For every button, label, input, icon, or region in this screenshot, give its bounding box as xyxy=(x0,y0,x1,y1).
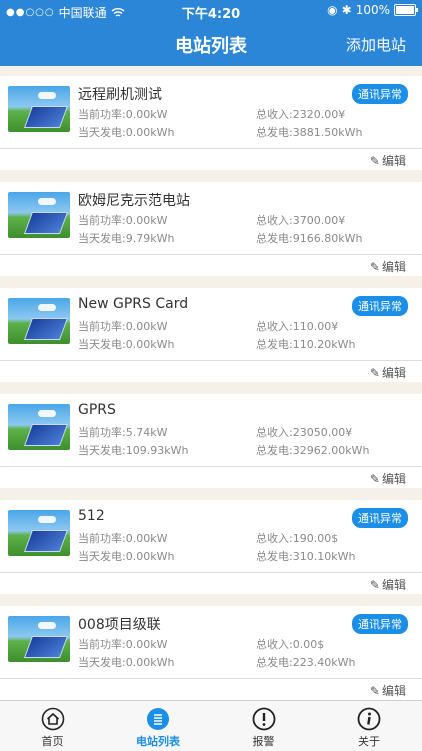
today-generation: 当天发电:0.00kWh xyxy=(78,338,175,351)
lock-rotation-icon: ◉ xyxy=(327,3,338,17)
edit-button[interactable]: ✎ 编辑 xyxy=(370,682,406,699)
edit-button[interactable]: ✎ 编辑 xyxy=(370,576,406,593)
total-income: 总收入:0.00$ xyxy=(256,638,325,651)
divider xyxy=(0,148,422,149)
station-card[interactable]: New GPRS Card 通讯异常当前功率:0.00kW 总收入:110.00¥ 当… xyxy=(0,288,422,382)
station-card[interactable]: 远程刷机测试 通讯异常当前功率:0.00kW 总收入:2320.00¥ 当天发电:0.… xyxy=(0,76,422,170)
station-thumbnail xyxy=(8,192,70,238)
current-power: 当前功率:0.00kW xyxy=(78,532,168,545)
tab-label: 电站列表 xyxy=(136,735,180,748)
divider xyxy=(0,678,422,679)
status-badge: 通讯异常 xyxy=(352,508,408,528)
total-generation: 总发电:223.40kWh xyxy=(256,656,356,669)
status-badge: 通讯异常 xyxy=(352,84,408,104)
battery-fill xyxy=(396,6,414,14)
edit-label: 编辑 xyxy=(381,578,406,592)
station-card[interactable]: 512 通讯异常当前功率:0.00kW 总收入:190.00$ 当天发电:0.00kW… xyxy=(0,500,422,594)
tab-alarm[interactable]: 报警 xyxy=(211,701,316,751)
station-thumbnail xyxy=(8,616,70,662)
total-generation: 总发电:9166.80kWh xyxy=(256,232,363,245)
tab-label: 关于 xyxy=(358,735,380,748)
edit-label: 编辑 xyxy=(381,472,406,486)
battery-icon xyxy=(394,4,418,16)
pencil-icon: ✎ xyxy=(369,683,380,698)
battery-label: 100% xyxy=(355,3,390,17)
info-icon xyxy=(357,707,381,731)
station-name: 远程刷机测试 xyxy=(78,87,162,103)
edit-button[interactable]: ✎ 编辑 xyxy=(370,258,406,275)
station-name: 欧姆尼克示范电站 xyxy=(78,193,190,209)
station-name: 008项目级联 xyxy=(78,617,161,633)
total-income: 总收入:3700.00¥ xyxy=(256,214,346,227)
current-power: 当前功率:5.74kW xyxy=(78,426,168,439)
total-generation: 总发电:110.20kWh xyxy=(256,338,356,351)
station-card[interactable]: 008项目级联 通讯异常当前功率:0.00kW 总收入:0.00$ 当天发电:0.00… xyxy=(0,606,422,700)
divider xyxy=(0,254,422,255)
tab-label: 报警 xyxy=(252,735,275,748)
today-generation: 当天发电:0.00kWh xyxy=(78,126,175,139)
pencil-icon: ✎ xyxy=(369,153,380,168)
today-generation: 当天发电:9.79kWh xyxy=(78,232,175,245)
total-income: 总收入:2320.00¥ xyxy=(256,108,346,121)
station-thumbnail xyxy=(8,404,70,450)
pencil-icon: ✎ xyxy=(369,365,380,380)
status-badge: 通讯异常 xyxy=(352,296,408,316)
station-card[interactable]: GPRS 当前功率:5.74kW 总收入:23050.00¥ 当天发电:109.93k… xyxy=(0,394,422,488)
nav-bar: 电站列表 添加电站 xyxy=(0,22,422,66)
divider xyxy=(0,572,422,573)
alarm-icon xyxy=(252,707,276,731)
divider xyxy=(0,360,422,361)
edit-label: 编辑 xyxy=(381,684,406,698)
total-income: 总收入:110.00¥ xyxy=(256,320,339,333)
station-name: GPRS xyxy=(78,402,116,418)
station-thumbnail xyxy=(8,86,70,132)
station-name: New GPRS Card xyxy=(78,296,189,312)
total-income: 总收入:23050.00¥ xyxy=(256,426,353,439)
current-power: 当前功率:0.00kW xyxy=(78,108,168,121)
current-power: 当前功率:0.00kW xyxy=(78,638,168,651)
station-thumbnail xyxy=(8,298,70,344)
total-generation: 总发电:310.10kWh xyxy=(256,550,356,563)
total-generation: 总发电:32962.00kWh xyxy=(256,444,370,457)
today-generation: 当天发电:109.93kWh xyxy=(78,444,189,457)
tab-list[interactable]: 电站列表 xyxy=(106,701,211,751)
edit-label: 编辑 xyxy=(381,366,406,380)
home-icon xyxy=(41,707,65,731)
current-power: 当前功率:0.00kW xyxy=(78,214,168,227)
total-generation: 总发电:3881.50kWh xyxy=(256,126,363,139)
bluetooth-icon: ✱ xyxy=(341,3,352,17)
status-badge: 通讯异常 xyxy=(352,614,408,634)
divider xyxy=(0,466,422,467)
tab-info[interactable]: 关于 xyxy=(317,701,422,751)
station-card[interactable]: 欧姆尼克示范电站 当前功率:0.00kW 总收入:3700.00¥ 当天发电:9.79… xyxy=(0,182,422,276)
edit-label: 编辑 xyxy=(381,260,406,274)
pencil-icon: ✎ xyxy=(369,259,380,274)
today-generation: 当天发电:0.00kWh xyxy=(78,550,175,563)
list-icon xyxy=(146,707,170,731)
pencil-icon: ✎ xyxy=(369,577,380,592)
station-list: 远程刷机测试 通讯异常 当前功率:0.00kW 总收入:2320.00¥ 当天发电:0.… xyxy=(0,66,422,700)
current-power: 当前功率:0.00kW xyxy=(78,320,168,333)
today-generation: 当天发电:0.00kWh xyxy=(78,656,175,669)
tab-home[interactable]: 首页 xyxy=(0,701,105,751)
add-station-button[interactable]: 添加电站 xyxy=(346,34,406,55)
station-thumbnail xyxy=(8,510,70,556)
edit-button[interactable]: ✎ 编辑 xyxy=(370,152,406,169)
edit-button[interactable]: ✎ 编辑 xyxy=(370,364,406,381)
total-income: 总收入:190.00$ xyxy=(256,532,339,545)
status-bar: ●●○○○ 中国联通 下午4:20 ◉ ✱ 100% xyxy=(0,0,422,22)
edit-button[interactable]: ✎ 编辑 xyxy=(370,470,406,487)
pencil-icon: ✎ xyxy=(369,471,380,486)
tab-label: 首页 xyxy=(41,735,64,748)
edit-label: 编辑 xyxy=(381,154,406,168)
tab-bar: 首页 电站列表 报警 关于 xyxy=(0,700,422,751)
station-name: 512 xyxy=(78,508,105,524)
